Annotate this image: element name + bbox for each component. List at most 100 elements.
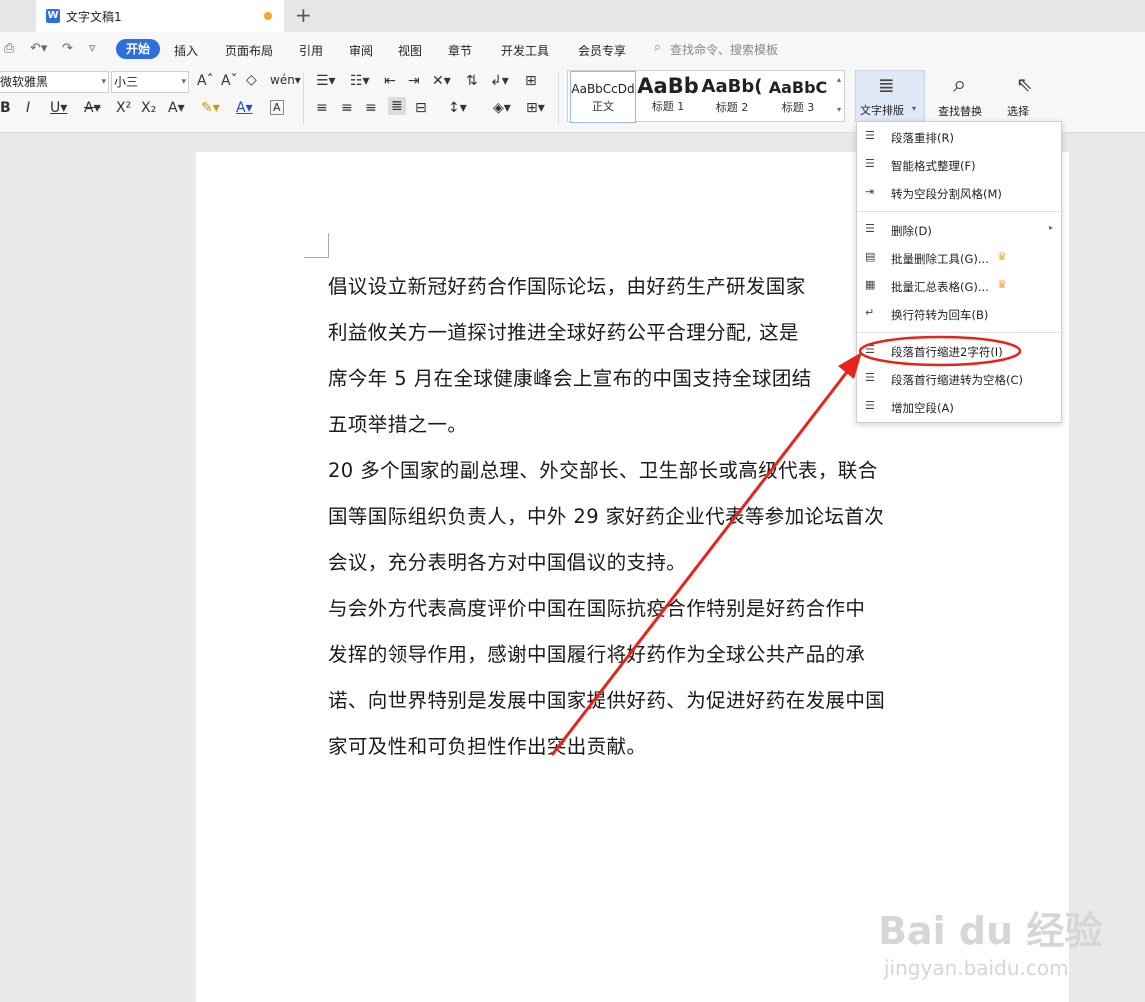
menu-item-label: 智能格式整理(F) [891,159,976,173]
style-heading-1[interactable]: AaBb 标题 1 [636,71,700,121]
tab-developer[interactable]: 开发工具 [501,42,549,59]
doc-line[interactable]: 五项举措之一。 [328,408,467,437]
style-name: 标题 1 [651,100,685,113]
find-replace-label: 查找替换 [938,105,982,118]
tab-insert[interactable]: 插入 [174,42,198,59]
line-spacing-icon[interactable]: ↕▾ [448,100,467,116]
shrink-font-icon[interactable]: Aˇ [221,73,238,89]
doc-line[interactable]: 会议，充分表明各方对中国倡议的支持。 [328,546,686,575]
style-gallery[interactable]: AaBbCcDd 正文 AaBb 标题 1 AaBb( 标题 2 AaBbC 标… [567,70,845,123]
chinese-layout-icon[interactable]: ✕▾ [432,73,451,89]
italic-icon[interactable]: I [26,100,30,116]
bold-icon[interactable]: B [0,100,11,116]
doc-line[interactable]: 家可及性和可负担性作出突出贡献。 [328,730,646,759]
align-right-icon[interactable]: ≡ [365,100,377,116]
highlight-icon[interactable]: ✎▾ [201,100,220,116]
menu-item-smart-format[interactable]: ☰ 智能格式整理(F) [857,152,1061,178]
menu-item-batch-delete[interactable]: ▤ 批量删除工具(G)... ♛ [857,245,1061,271]
tab-page-layout[interactable]: 页面布局 [225,42,273,59]
select-label: 选择 [1007,105,1029,118]
menu-item-label: 段落首行缩进转为空格(C) [891,373,1024,387]
increase-indent-icon[interactable]: ⇥ [408,73,420,89]
menu-item-label: 批量删除工具(G)... [891,252,989,266]
font-size-select[interactable]: 小三 ▾ [111,71,189,93]
find-replace-button[interactable]: ⌕ 查找替换 [935,70,997,120]
clear-format-icon[interactable]: ◇ [246,72,257,88]
member-crown-icon: ♛ [997,278,1007,291]
text-direction-icon[interactable]: ⇅ [466,73,478,89]
font-name-select[interactable]: 微软雅黑 ▾ [0,71,109,93]
numbering-icon[interactable]: ☷▾ [350,73,370,89]
new-tab-button[interactable]: + [295,3,312,27]
justify-icon[interactable]: ≣ [388,97,406,115]
decrease-indent-icon[interactable]: ⇤ [384,73,396,89]
menu-item-label: 段落重排(R) [891,131,954,145]
superscript-icon[interactable]: X² [116,100,131,116]
tab-references[interactable]: 引用 [299,42,323,59]
style-name: 标题 3 [781,101,815,114]
phonetic-icon[interactable]: wén▾ [270,73,301,87]
doc-line[interactable]: 席今年 5 月在全球健康峰会上宣布的中国支持全球团结 [328,362,812,391]
doc-line[interactable]: 国等国际组织负责人，中外 29 家好药企业代表等参加论坛首次 [328,500,884,529]
cursor-icon: ⇖ [1016,72,1033,96]
doc-line[interactable]: 与会外方代表高度评价中国在国际抗疫合作特别是好药合作中 [328,592,865,621]
gallery-up-icon[interactable]: ▴ [837,75,841,84]
document-tab[interactable]: W 文字文稿1 [36,0,284,32]
menu-item-empty-para-split[interactable]: ⇥ 转为空段分割风格(M) [857,180,1061,206]
menu-item-paragraph-rearrange[interactable]: ☰ 段落重排(R) [857,124,1061,150]
menu-item-indent-to-space[interactable]: ☰ 段落首行缩进转为空格(C) [857,366,1061,392]
doc-line[interactable]: 发挥的领导作用，感谢中国履行将好药作为全球公共产品的承 [328,638,865,667]
text-effect-icon[interactable]: A▾ [168,100,185,116]
select-button[interactable]: ⇖ 选择 [1003,70,1043,120]
gallery-more-icon[interactable]: ▾ [837,105,841,114]
font-name-value: 微软雅黑 [0,75,49,89]
doc-line[interactable]: 倡议设立新冠好药合作国际论坛，由好药生产研发国家 [328,270,806,299]
menu-item-batch-table[interactable]: ▦ 批量汇总表格(G)... ♛ [857,273,1061,299]
menu-item-delete[interactable]: ☰ 删除(D) ▸ [857,217,1061,243]
tab-member[interactable]: 会员专享 [578,42,626,59]
tab-start[interactable]: 开始 [116,39,160,59]
underline-icon[interactable]: U▾ [50,100,67,116]
undo-icon[interactable]: ↶▾ [30,41,47,56]
tab-view[interactable]: 视图 [398,42,422,59]
tab-title: 文字文稿1 [66,10,122,24]
doc-line[interactable]: 诺、向世界特别是发展中国家提供好药、为促进好药在发展中国 [328,684,885,713]
align-left-icon[interactable]: ≡ [316,100,328,116]
tab-chapter[interactable]: 章节 [448,42,472,59]
redo-icon[interactable]: ↷ [62,41,73,56]
strikethrough-icon[interactable]: A▾ [84,100,101,116]
menu-item-indent-2-chars[interactable]: ☰ 段落首行缩进2字符(I) [857,338,1061,364]
style-sample: AaBb [637,74,699,98]
grow-font-icon[interactable]: Aˆ [197,73,214,89]
doc-line[interactable]: 20 多个国家的副总理、外交部长、卫生部长或高级代表，联合 [328,454,878,483]
style-heading-3[interactable]: AaBbC 标题 3 [766,71,830,121]
print-preview-icon[interactable]: ⎙ [4,41,14,56]
watermark-logo: Bai du 经验 [878,909,1103,953]
char-border-icon[interactable]: A [270,100,284,115]
style-heading-2[interactable]: AaBb( 标题 2 [700,71,764,121]
bullets-icon[interactable]: ☰▾ [316,73,336,89]
sort-icon[interactable]: ↲▾ [490,73,509,89]
linebreak-icon: ↵ [865,306,875,319]
text-typeset-button[interactable]: ≣ 文字排版 ▾ [855,70,925,122]
font-color-icon[interactable]: A▾ [236,100,253,116]
empty-para-split-icon: ⇥ [865,185,875,198]
menu-item-label: 换行符转为回车(B) [891,308,989,322]
menu-item-label: 批量汇总表格(G)... [891,280,989,294]
tab-review[interactable]: 审阅 [349,42,373,59]
indent-to-space-icon: ☰ [865,371,875,384]
show-marks-icon[interactable]: ⊞ [525,73,537,89]
menu-item-add-empty-para[interactable]: ☰ 增加空段(A) [857,394,1061,420]
style-normal[interactable]: AaBbCcDd 正文 [570,71,636,123]
menu-bar [0,32,1145,66]
distribute-icon[interactable]: ⊟ [415,100,427,116]
quick-access-dropdown-icon[interactable]: ▿ [89,41,96,56]
align-center-icon[interactable]: ≡ [341,100,353,116]
menu-item-linebreak-to-enter[interactable]: ↵ 换行符转为回车(B) [857,301,1061,327]
member-crown-icon: ♛ [997,250,1007,263]
shading-icon[interactable]: ◈▾ [493,100,511,116]
command-search-input[interactable]: 查找命令、搜索模板 [670,41,778,58]
subscript-icon[interactable]: X₂ [141,100,156,116]
doc-line[interactable]: 利益攸关方一道探讨推进全球好药公平合理分配, 这是 [328,316,799,345]
borders-icon[interactable]: ⊞▾ [526,100,545,116]
